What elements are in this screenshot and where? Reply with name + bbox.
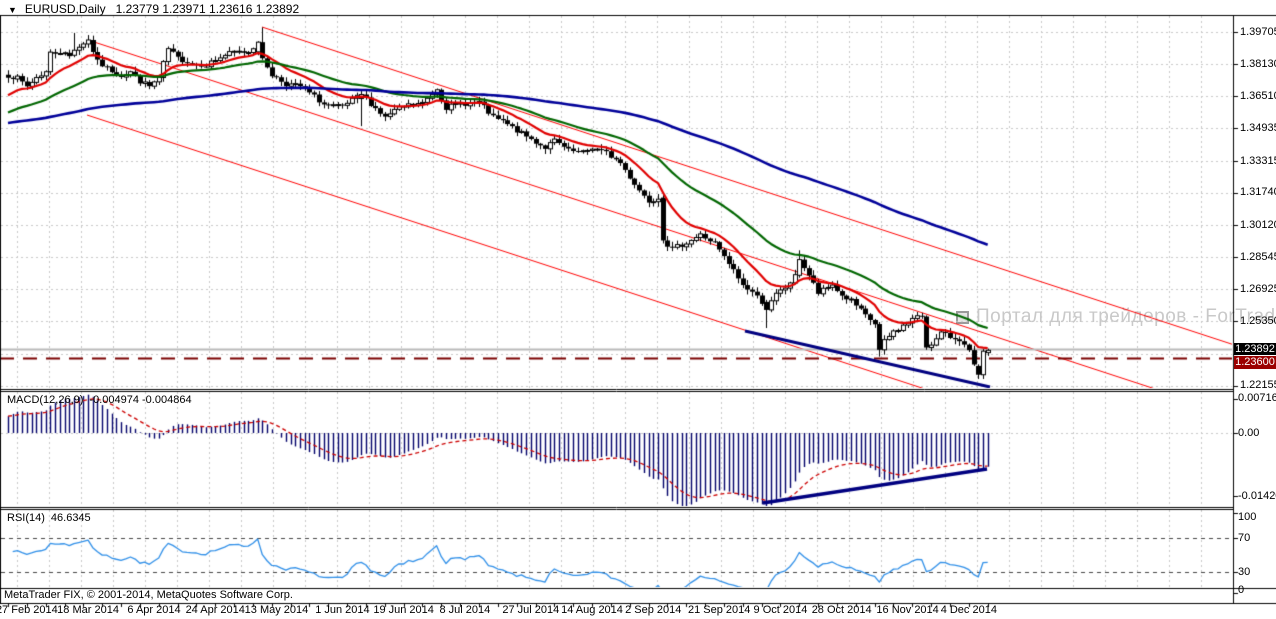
chart-canvas[interactable]	[0, 0, 1276, 619]
metatrader-chart-window: { "window": { "collapse_icon": "▼", "tit…	[0, 0, 1276, 619]
chevron-down-icon[interactable]: ▼	[8, 5, 17, 15]
